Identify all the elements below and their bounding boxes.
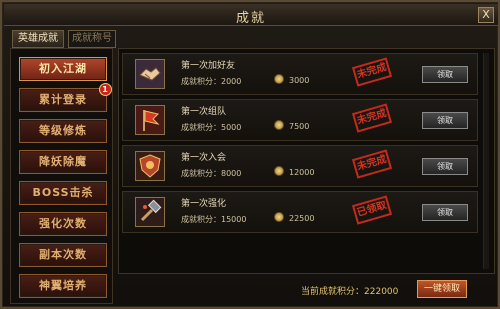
- score-value: 5000: [221, 123, 242, 132]
- achievement-row: 第一次组队 成就积分：5000 7500 未完成 领取: [122, 99, 478, 141]
- score-value: 8000: [221, 169, 242, 178]
- sidebar-item-cumulative-login[interactable]: 累计登录 1: [19, 83, 112, 112]
- handshake-icon: [135, 59, 165, 89]
- achievement-row: 第一次强化 成就积分：15000 22500 已领取 领取: [122, 191, 478, 233]
- status-stamp: 未完成: [351, 103, 393, 133]
- score-label: 成就积分：: [181, 215, 221, 224]
- achievement-window: 成就 X 英雄成就 成就称号 初入江湖 累计登录 1 等级修炼 降妖除魔 BOS…: [0, 0, 500, 309]
- score-label: 成就积分：: [181, 77, 221, 86]
- achievement-row: 第一次入会 成就积分：8000 12000 未完成 领取: [122, 145, 478, 187]
- tab-hero-achievements[interactable]: 英雄成就: [12, 30, 64, 48]
- sidebar-item-wing-training[interactable]: 神翼培养: [19, 274, 107, 298]
- claim-button[interactable]: 领取: [422, 204, 468, 221]
- reward-amount: 3000: [289, 76, 310, 85]
- achievement-name: 第一次强化: [181, 199, 227, 209]
- guild-shield-icon: [135, 151, 165, 181]
- title-bar: 成就 X: [4, 4, 498, 26]
- score-value: 2000: [221, 77, 242, 86]
- achievement-score: 成就积分：15000: [181, 214, 246, 225]
- sidebar-item-dungeon-count[interactable]: 副本次数: [19, 243, 107, 267]
- sidebar-item-boss-kills[interactable]: BOSS击杀: [19, 181, 107, 205]
- total-score-value: 222000: [364, 287, 399, 297]
- sidebar-item-label: 降妖除魔: [39, 155, 87, 168]
- achievement-list: 第一次加好友 成就积分：2000 3000 未完成 领取 第一次组队 成就积分：…: [118, 48, 495, 274]
- reward-amount: 7500: [289, 122, 310, 131]
- score-value: 15000: [221, 215, 247, 224]
- score-label: 成就积分：: [181, 169, 221, 178]
- sidebar-item-label: 神翼培养: [39, 279, 87, 292]
- window-title: 成就: [235, 11, 266, 26]
- sidebar-item-demon-slaying[interactable]: 降妖除魔: [19, 150, 107, 174]
- claim-all-button[interactable]: 一键领取: [417, 280, 467, 298]
- team-banner-icon: [135, 105, 165, 135]
- achievement-name: 第一次组队: [181, 107, 227, 117]
- sidebar-item-enhance-count[interactable]: 强化次数: [19, 212, 107, 236]
- reward-amount: 22500: [289, 214, 315, 223]
- coin-icon: [274, 166, 284, 176]
- tab-achievement-titles[interactable]: 成就称号: [68, 30, 116, 48]
- achievement-score: 成就积分：2000: [181, 76, 241, 87]
- sidebar-item-label: 副本次数: [39, 248, 87, 261]
- sidebar-item-level-training[interactable]: 等级修炼: [19, 119, 107, 143]
- category-sidebar: 初入江湖 累计登录 1 等级修炼 降妖除魔 BOSS击杀 强化次数 副本次数 神…: [10, 48, 113, 304]
- status-stamp: 未完成: [351, 149, 393, 179]
- sidebar-item-label: 强化次数: [39, 217, 87, 230]
- enhance-hammer-icon: [135, 197, 165, 227]
- close-button[interactable]: X: [478, 7, 494, 23]
- reward-amount: 12000: [289, 168, 315, 177]
- total-score-label: 当前成就积分：: [301, 287, 365, 297]
- score-label: 成就积分：: [181, 123, 221, 132]
- sidebar-item-label: BOSS击杀: [32, 186, 94, 199]
- coin-icon: [274, 212, 284, 222]
- coin-icon: [274, 120, 284, 130]
- achievement-score: 成就积分：5000: [181, 122, 241, 133]
- scrollbar[interactable]: [483, 53, 489, 269]
- sidebar-item-label: 等级修炼: [39, 124, 87, 137]
- claim-button[interactable]: 领取: [422, 158, 468, 175]
- achievement-name: 第一次入会: [181, 153, 227, 163]
- coin-icon: [274, 74, 284, 84]
- total-score: 当前成就积分：222000: [301, 284, 398, 297]
- notification-badge: 1: [99, 83, 112, 96]
- status-stamp: 已领取: [351, 195, 393, 225]
- status-stamp: 未完成: [351, 57, 393, 87]
- sidebar-item-label: 累计登录: [39, 93, 87, 106]
- claim-button[interactable]: 领取: [422, 66, 468, 83]
- achievement-score: 成就积分：8000: [181, 168, 241, 179]
- sidebar-item-first-steps[interactable]: 初入江湖: [19, 57, 107, 81]
- sidebar-item-label: 初入江湖: [39, 62, 87, 75]
- achievement-row: 第一次加好友 成就积分：2000 3000 未完成 领取: [122, 53, 478, 95]
- achievement-name: 第一次加好友: [181, 61, 236, 71]
- claim-button[interactable]: 领取: [422, 112, 468, 129]
